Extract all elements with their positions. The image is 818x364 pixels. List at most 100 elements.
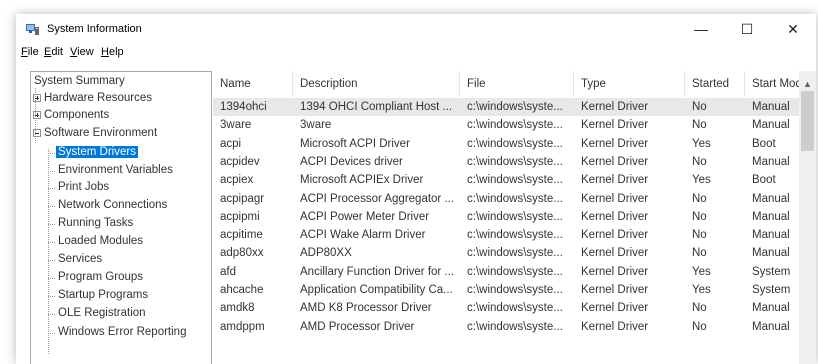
- collapse-minus-icon[interactable]: [33, 129, 41, 137]
- table-row[interactable]: afd Ancillary Function Driver for ... c:\w…: [213, 263, 816, 281]
- table-row[interactable]: amdk8 AMD K8 Processor Driver c:\windows\s…: [213, 299, 816, 317]
- tree-item-print-jobs[interactable]: Print Jobs: [58, 179, 109, 196]
- cell-started: No: [692, 155, 707, 168]
- cell-description: ACPI Devices driver: [300, 155, 403, 168]
- table-row[interactable]: adp80xx ADP80XX c:\windows\syste... Kernel …: [213, 244, 816, 262]
- tree-item-ole-registration[interactable]: OLE Registration: [58, 305, 146, 322]
- tree-connector: [48, 278, 55, 279]
- cell-started: Yes: [692, 137, 711, 150]
- tree-item-services[interactable]: Services: [58, 251, 102, 268]
- system-information-window: System Information — ☐ ✕ File Edit View …: [16, 14, 816, 364]
- cell-start-mode: Manual: [752, 229, 790, 242]
- menu-help[interactable]: Help: [101, 46, 124, 58]
- cell-description: Microsoft ACPIEx Driver: [300, 174, 424, 187]
- cell-started: Yes: [692, 265, 711, 278]
- menu-view[interactable]: View: [70, 46, 94, 58]
- column-header-name[interactable]: Name: [213, 71, 293, 97]
- minimize-button[interactable]: —: [678, 14, 724, 44]
- cell-name: amdk8: [220, 302, 255, 315]
- cell-start-mode: Boot: [752, 174, 776, 187]
- cell-description: 3ware: [300, 119, 332, 132]
- tree-connector: [48, 260, 55, 261]
- menu-file[interactable]: File: [21, 46, 39, 58]
- table-row[interactable]: acpitime ACPI Wake Alarm Driver c:\windows…: [213, 226, 816, 244]
- cell-type: Kernel Driver: [581, 137, 649, 150]
- cell-file: c:\windows\syste...: [467, 247, 563, 260]
- cell-started: No: [692, 320, 707, 333]
- tree-item-system-drivers[interactable]: System Drivers: [56, 144, 138, 161]
- scroll-thumb[interactable]: [801, 91, 814, 151]
- cell-type: Kernel Driver: [581, 192, 649, 205]
- tree-item-startup-programs[interactable]: Startup Programs: [58, 287, 148, 304]
- cell-start-mode: Manual: [752, 320, 790, 333]
- category-tree: System Summary Hardware Resources Compon…: [30, 71, 212, 364]
- cell-started: Yes: [692, 284, 711, 296]
- cell-name: acpiex: [220, 174, 254, 187]
- table-row[interactable]: acpipmi ACPI Power Meter Driver c:\windows…: [213, 208, 816, 226]
- tree-item-system-summary[interactable]: System Summary: [34, 73, 125, 90]
- cell-type: Kernel Driver: [581, 229, 649, 242]
- tree-item-components[interactable]: Components: [33, 107, 109, 124]
- cell-type: Kernel Driver: [581, 265, 649, 278]
- close-icon: ✕: [787, 20, 799, 37]
- tree-connector: [48, 314, 55, 315]
- table-row[interactable]: 1394ohci 1394 OHCI Compliant Host ... c:\w…: [213, 98, 816, 116]
- expand-plus-icon[interactable]: [33, 94, 41, 102]
- cell-type: Kernel Driver: [581, 174, 649, 187]
- scroll-up-arrow-icon[interactable]: ▲: [803, 79, 812, 89]
- cell-name: ahcache: [220, 284, 264, 296]
- tree-item-environment-variables[interactable]: Environment Variables: [58, 162, 173, 179]
- column-header-start-mode[interactable]: Start Mode: [745, 71, 799, 97]
- column-header-started[interactable]: Started: [685, 71, 745, 97]
- cell-name: afd: [220, 265, 236, 278]
- cell-description: AMD K8 Processor Driver: [300, 302, 432, 315]
- tree-item-loaded-modules[interactable]: Loaded Modules: [58, 233, 143, 250]
- cell-name: acpidev: [220, 155, 260, 168]
- table-row[interactable]: 3ware 3ware c:\windows\syste... Kernel Driv…: [213, 116, 816, 134]
- menu-edit[interactable]: Edit: [44, 46, 63, 58]
- tree-item-program-groups[interactable]: Program Groups: [58, 269, 143, 286]
- cell-file: c:\windows\syste...: [467, 101, 563, 113]
- table-row[interactable]: amdppm AMD Processor Driver c:\windows\sys…: [213, 318, 816, 336]
- cell-started: No: [692, 119, 707, 132]
- cell-name: amdppm: [220, 320, 265, 333]
- tree-item-running-tasks[interactable]: Running Tasks: [58, 215, 133, 232]
- cell-description: ACPI Power Meter Driver: [300, 210, 430, 223]
- column-header-file[interactable]: File: [460, 71, 574, 97]
- cell-type: Kernel Driver: [581, 320, 649, 333]
- column-header-type[interactable]: Type: [574, 71, 685, 97]
- tree-connector: [48, 153, 55, 154]
- cell-description: Application Compatibility Ca...: [300, 284, 453, 296]
- expand-plus-icon[interactable]: [33, 111, 41, 119]
- close-button[interactable]: ✕: [770, 14, 816, 44]
- table-row[interactable]: acpidev ACPI Devices driver c:\windows\sys…: [213, 153, 816, 171]
- cell-file: c:\windows\syste...: [467, 210, 563, 223]
- cell-start-mode: Manual: [752, 119, 790, 132]
- cell-start-mode: Manual: [752, 247, 790, 260]
- cell-name: acpitime: [220, 229, 263, 242]
- cell-type: Kernel Driver: [581, 247, 649, 260]
- cell-description: ADP80XX: [300, 247, 352, 260]
- column-header-description[interactable]: Description: [293, 71, 460, 97]
- tree-item-network-connections[interactable]: Network Connections: [58, 197, 167, 214]
- cell-type: Kernel Driver: [581, 119, 649, 132]
- cell-description: Ancillary Function Driver for ...: [300, 265, 455, 278]
- tree-connector: [48, 206, 55, 207]
- cell-started: No: [692, 247, 707, 260]
- cell-file: c:\windows\syste...: [467, 265, 563, 278]
- window-title: System Information: [47, 23, 142, 35]
- cell-started: No: [692, 229, 707, 242]
- maximize-button[interactable]: ☐: [724, 14, 770, 44]
- tree-item-windows-error-reporting[interactable]: Windows Error Reporting: [58, 324, 186, 341]
- tree-connector: [48, 224, 55, 225]
- tree-item-software-environment[interactable]: Software Environment: [33, 125, 157, 142]
- table-row[interactable]: acpipagr ACPI Processor Aggregator ... c:\…: [213, 190, 816, 208]
- table-row[interactable]: acpiex Microsoft ACPIEx Driver c:\windows\…: [213, 171, 816, 189]
- vertical-scrollbar[interactable]: ▲: [799, 71, 816, 364]
- cell-description: AMD Processor Driver: [300, 320, 415, 333]
- cell-type: Kernel Driver: [581, 155, 649, 168]
- table-row[interactable]: ahcache Application Compatibility Ca... c:…: [213, 281, 816, 299]
- cell-started: No: [692, 101, 707, 113]
- table-row[interactable]: acpi Microsoft ACPI Driver c:\windows\syst…: [213, 135, 816, 153]
- tree-item-hardware-resources[interactable]: Hardware Resources: [33, 90, 152, 107]
